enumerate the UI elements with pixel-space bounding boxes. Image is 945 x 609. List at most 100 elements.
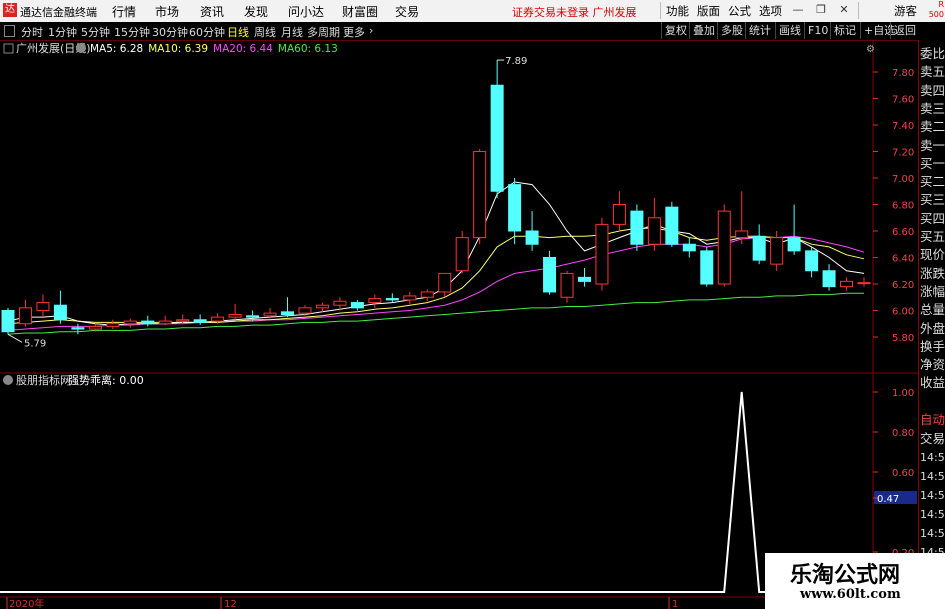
candle — [822, 264, 836, 291]
tool-mark[interactable]: 标记 — [830, 22, 859, 39]
candle-body — [455, 237, 469, 272]
period-5min[interactable]: 5分钟 — [81, 24, 110, 40]
indicator-menu-icon[interactable] — [3, 375, 13, 385]
candle-body — [1, 310, 15, 333]
candle — [787, 204, 801, 255]
period-more[interactable]: 更多 — [343, 24, 365, 40]
candle-body — [700, 250, 714, 285]
tool-overlay[interactable]: 叠加 — [689, 22, 718, 39]
info-circle-icon[interactable] — [76, 43, 86, 53]
menu-xiaoda[interactable]: 问小达 — [288, 3, 324, 20]
menu-bar: 达 通达信金融终端 行情 市场 资讯 发现 问小达 财富圈 交易 证券交易未登录… — [0, 0, 945, 23]
tool-stats[interactable]: 统计 — [745, 22, 774, 39]
candle-body — [682, 243, 696, 252]
side-label[interactable]: 换手 — [920, 338, 945, 356]
indicator-name: 股朋指标网 — [16, 373, 71, 387]
candle — [315, 302, 329, 312]
tool-draw[interactable]: 画线 — [775, 22, 804, 39]
period-30min[interactable]: 30分钟 — [152, 24, 188, 40]
side-label[interactable]: 买五 — [920, 228, 945, 246]
minimize-icon[interactable]: — — [791, 3, 805, 17]
price-axis: 7.80 7.60 7.40 7.20 7.00 6.80 6.60 6.40 6.20 6.00… — [873, 68, 914, 344]
side-trade-label[interactable]: 交易 — [920, 430, 945, 448]
period-weekly[interactable]: 周线 — [254, 24, 276, 40]
side-label[interactable]: 收益 — [920, 374, 945, 392]
chevron-right-icon[interactable]: › — [369, 24, 373, 37]
period-15min[interactable]: 15分钟 — [114, 24, 150, 40]
candle — [543, 250, 557, 295]
candle-body — [665, 206, 679, 245]
candle — [281, 297, 295, 318]
login-status[interactable]: 证券交易未登录 广州发展 — [512, 4, 637, 20]
side-label[interactable]: 卖五 — [920, 63, 945, 81]
settings-gear-icon[interactable]: ⚙ — [866, 44, 875, 55]
restore-icon[interactable]: ❐ — [814, 3, 828, 17]
side-label[interactable]: 净资 — [920, 356, 945, 374]
guest-user[interactable]: 游客 — [894, 3, 917, 19]
period-60min[interactable]: 60分钟 — [189, 24, 225, 40]
side-trade-label[interactable]: 自动 — [920, 411, 945, 429]
candle — [805, 246, 819, 278]
close-icon[interactable]: ✕ — [837, 3, 851, 17]
period-monthly[interactable]: 月线 — [281, 24, 303, 40]
side-label[interactable]: 卖四 — [920, 82, 945, 100]
tool-back[interactable]: 返回 — [890, 22, 919, 39]
period-multi[interactable]: 多周期 — [307, 24, 340, 40]
price-tick-label: 6.80 — [892, 201, 914, 212]
candle-body — [525, 230, 539, 245]
price-tick-label: 6.40 — [892, 254, 914, 265]
menu-market[interactable]: 市场 — [155, 3, 179, 20]
ma-legend: MA5: 6.28 MA10: 6.39 MA20: 6.44 MA60: 6.13 — [90, 43, 338, 55]
menu-wealth[interactable]: 财富圈 — [342, 3, 378, 20]
side-label[interactable]: 总量 — [920, 301, 945, 319]
ma-label-1: MA10: 6.39 — [148, 43, 208, 55]
period-daily[interactable]: 日线 — [227, 24, 249, 40]
side-label[interactable]: 卖二 — [920, 118, 945, 136]
candle-body — [822, 270, 836, 288]
candle-body — [193, 319, 207, 323]
candle — [420, 289, 434, 302]
kline-chart[interactable]: 广州发展(日线) MA5: 6.28 MA10: 6.39 MA20: 6.44 MA… — [0, 40, 918, 609]
candle — [682, 237, 696, 258]
menu-discover[interactable]: 发现 — [244, 3, 268, 20]
period-1min[interactable]: 1分钟 — [48, 24, 77, 40]
side-label[interactable]: 卖一 — [920, 137, 945, 155]
menu-functions[interactable]: 功能 — [666, 3, 689, 19]
candle-body — [420, 291, 434, 298]
app-logo-icon: 达 — [3, 3, 17, 17]
side-time: 14:56 — [920, 489, 945, 502]
candle-body — [176, 319, 190, 322]
side-label[interactable]: 卖三 — [920, 100, 945, 118]
tool-multi-stock[interactable]: 多股 — [717, 22, 746, 39]
panel-menu-icon[interactable] — [3, 43, 14, 54]
tool-adjust[interactable]: 复权 — [661, 22, 690, 39]
tool-f10[interactable]: F10 — [804, 22, 831, 39]
candle — [1, 307, 15, 335]
indicator-line — [0, 391, 864, 593]
r-badge: R 500 — [928, 0, 944, 19]
side-label[interactable]: 委比 — [920, 45, 945, 63]
side-label[interactable]: 现价 — [920, 246, 945, 264]
candle — [735, 191, 749, 245]
side-label[interactable]: 外盘 — [920, 320, 945, 338]
candle-body — [281, 311, 295, 315]
period-intraday[interactable]: 分时 — [21, 24, 43, 40]
side-label[interactable]: 买二 — [920, 173, 945, 191]
menu-news[interactable]: 资讯 — [200, 3, 224, 20]
side-label[interactable]: 买三 — [920, 191, 945, 209]
candle — [612, 191, 626, 231]
menu-quotes[interactable]: 行情 — [112, 3, 136, 20]
side-label[interactable]: 涨幅 — [920, 283, 945, 301]
side-label[interactable]: 涨跌 — [920, 265, 945, 283]
ma-label-3: MA60: 6.13 — [278, 43, 338, 55]
menu-layout[interactable]: 版面 — [697, 3, 720, 19]
menu-options[interactable]: 选项 — [759, 3, 782, 19]
menu-formula[interactable]: 公式 — [728, 3, 751, 19]
side-label[interactable]: 买一 — [920, 155, 945, 173]
time-label-jan: 1 — [672, 599, 678, 609]
side-label[interactable]: 买四 — [920, 210, 945, 228]
candle-body — [612, 204, 626, 225]
menu-trade[interactable]: 交易 — [395, 3, 419, 20]
candle-body — [141, 320, 155, 325]
panel-toggle-icon[interactable] — [4, 25, 15, 37]
